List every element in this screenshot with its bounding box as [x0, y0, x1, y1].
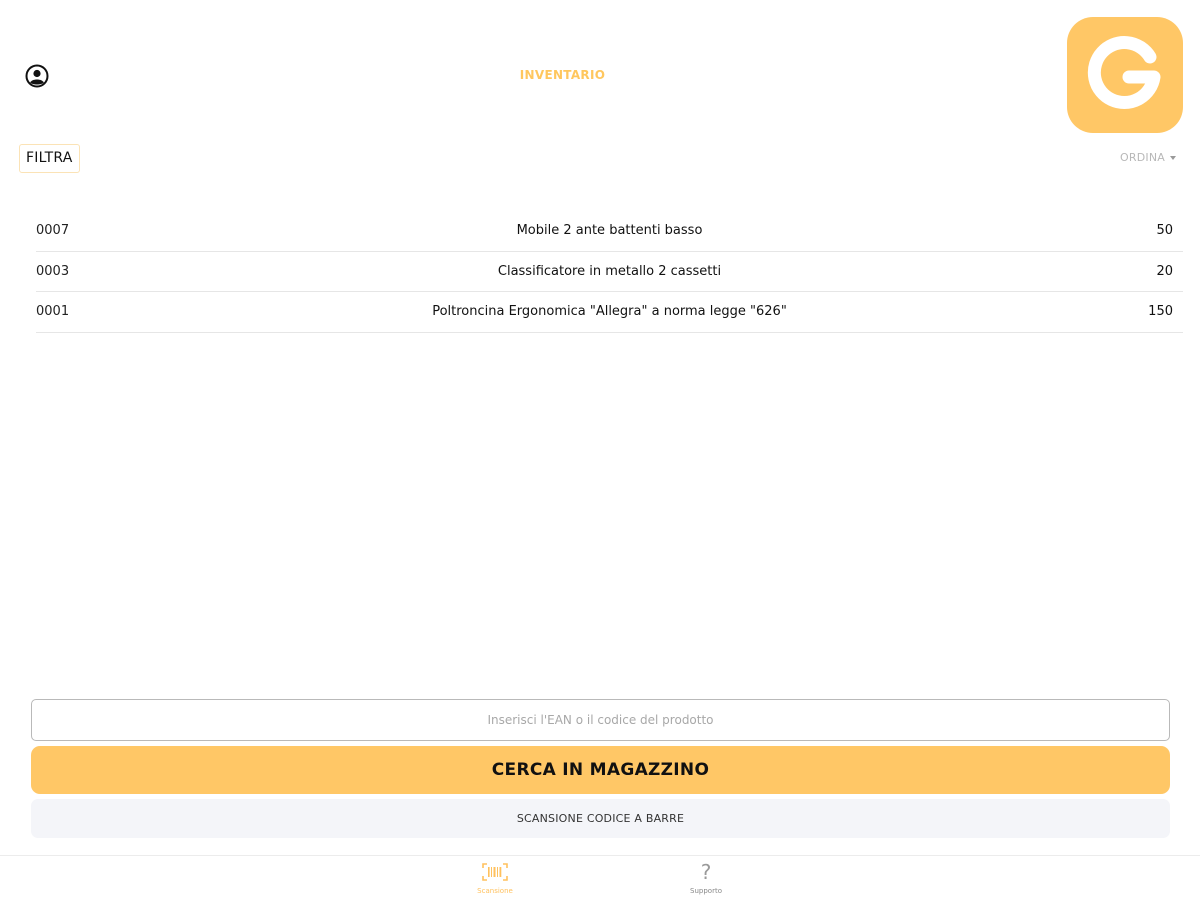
product-name: Mobile 2 ante battenti basso: [516, 223, 703, 238]
list-item[interactable]: 0007 Mobile 2 ante battenti basso 50: [36, 211, 1183, 252]
product-list: 0007 Mobile 2 ante battenti basso 50 000…: [36, 211, 1183, 333]
list-item[interactable]: 0003 Classificatore in metallo 2 cassett…: [36, 252, 1183, 292]
sort-label: ORDINA: [1120, 151, 1165, 164]
question-icon: ?: [700, 860, 712, 884]
header: INVENTARIO: [0, 0, 1200, 140]
tab-label: Supporto: [690, 887, 722, 895]
sort-dropdown[interactable]: ORDINA: [1120, 151, 1176, 164]
tab-label: Scansione: [477, 887, 513, 895]
barcode-scan-icon: [481, 860, 509, 884]
product-name: Classificatore in metallo 2 cassetti: [497, 263, 722, 279]
page-title: INVENTARIO: [519, 68, 606, 82]
product-quantity: 20: [1156, 263, 1173, 279]
list-item[interactable]: 0001 Poltroncina Ergonomica "Allegra" a …: [36, 292, 1183, 333]
filter-button[interactable]: FILTRA: [19, 144, 80, 173]
product-name: Poltroncina Ergonomica "Allegra" a norma…: [432, 304, 787, 319]
product-search-input[interactable]: [31, 699, 1170, 741]
tab-supporto[interactable]: ? Supporto: [666, 860, 746, 900]
search-warehouse-button[interactable]: CERCA IN MAGAZZINO: [31, 746, 1170, 794]
logo-letter-g: [1087, 36, 1161, 109]
caret-down-icon: [1170, 155, 1176, 160]
product-quantity: 150: [1148, 304, 1173, 319]
product-quantity: 50: [1156, 223, 1173, 238]
bottom-tab-bar: Scansione ? Supporto: [0, 855, 1200, 900]
app-logo: [1067, 17, 1183, 133]
scan-barcode-button[interactable]: SCANSIONE CODICE A BARRE: [31, 799, 1170, 838]
tab-scansione[interactable]: Scansione: [455, 860, 535, 900]
